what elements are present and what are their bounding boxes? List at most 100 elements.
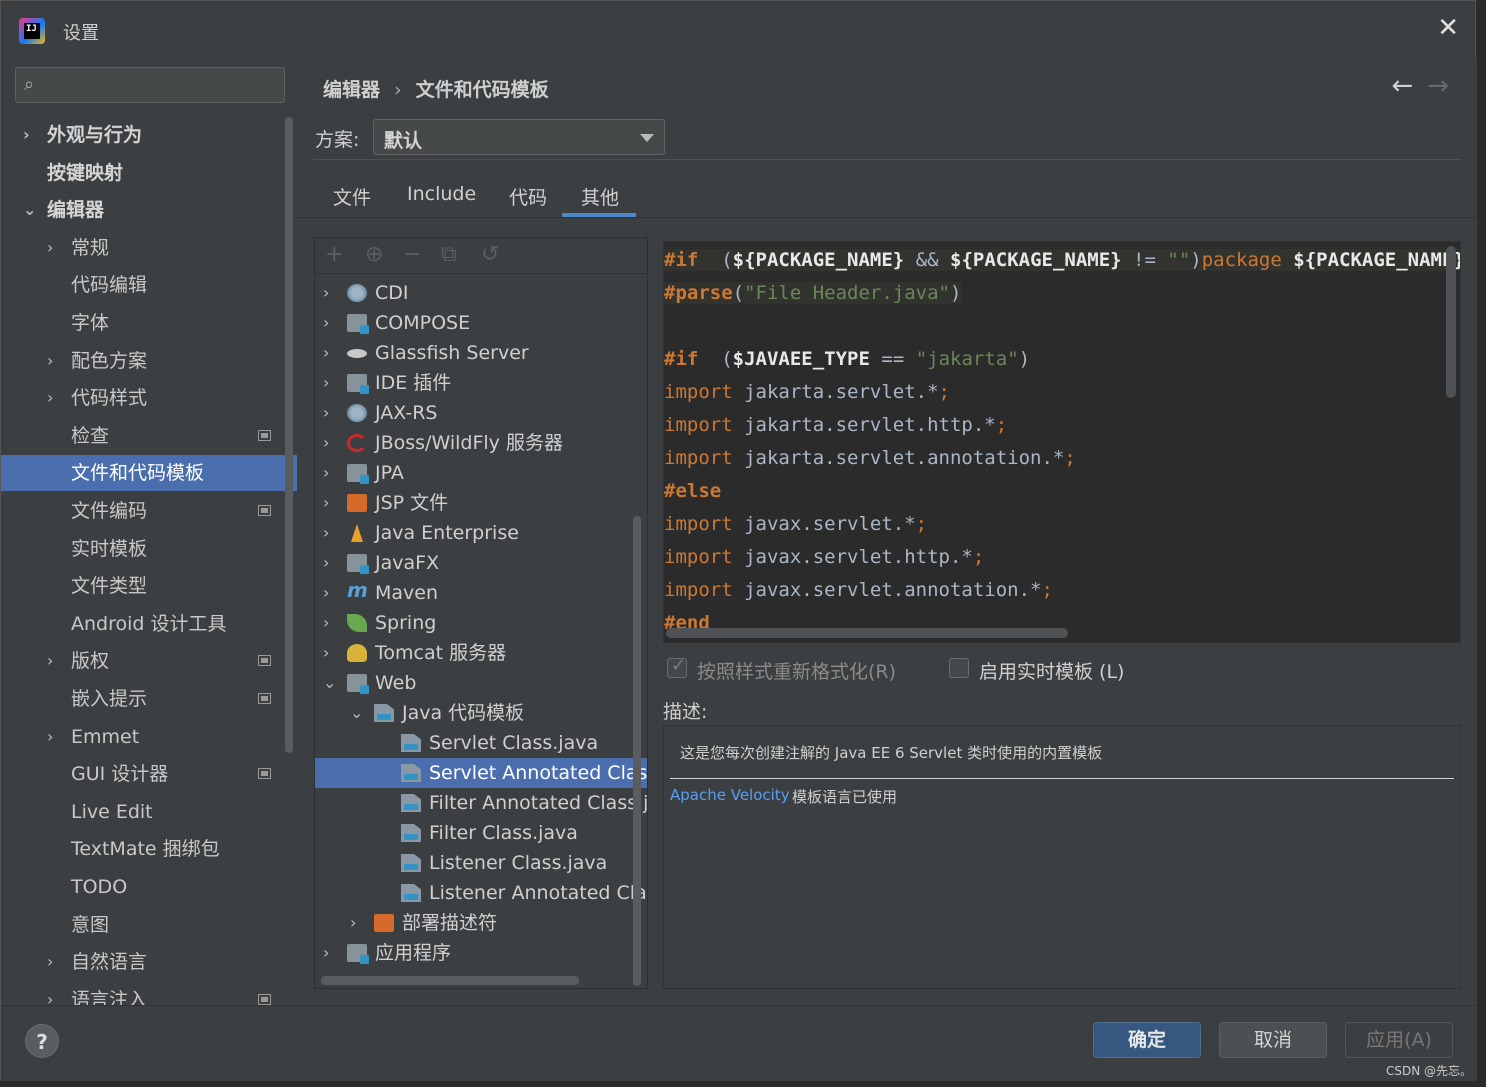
- tree-item[interactable]: › COMPOSE: [315, 308, 647, 338]
- tree-item[interactable]: ⌄ Java 代码模板: [315, 698, 647, 728]
- tab-other[interactable]: 其他: [581, 183, 619, 210]
- tree-horizontal-scrollbar[interactable]: [321, 976, 579, 985]
- tree-item[interactable]: › Spring: [315, 608, 647, 638]
- sidebar-item[interactable]: › 代码样式: [1, 380, 297, 416]
- tab-code[interactable]: 代码: [509, 183, 547, 210]
- chevron-right-icon[interactable]: ›: [47, 343, 53, 379]
- sidebar-item[interactable]: › 版权: [1, 643, 297, 679]
- tree-item[interactable]: ⌄ Web: [315, 668, 647, 698]
- chevron-right-icon[interactable]: ›: [323, 608, 329, 638]
- web-icon: [347, 674, 369, 694]
- sidebar-item[interactable]: ⌄ 编辑器: [1, 192, 297, 228]
- close-icon[interactable]: ✕: [1437, 15, 1459, 41]
- tree-item[interactable]: › JavaFX: [315, 548, 647, 578]
- chevron-right-icon[interactable]: ›: [323, 338, 329, 368]
- tree-item[interactable]: Filter Annotated Class.java: [315, 788, 647, 818]
- sidebar-item[interactable]: 代码编辑: [1, 267, 297, 303]
- chevron-right-icon[interactable]: ›: [47, 982, 53, 1005]
- tree-item[interactable]: › Java Enterprise: [315, 518, 647, 548]
- copy-template-icon[interactable]: ⧉: [441, 242, 457, 267]
- apply-button[interactable]: 应用(A): [1345, 1022, 1453, 1058]
- editor-vertical-scrollbar[interactable]: [1446, 246, 1456, 398]
- tree-item[interactable]: › 部署描述符: [315, 908, 647, 938]
- reset-template-icon[interactable]: ↺: [481, 242, 499, 267]
- chevron-right-icon[interactable]: ›: [47, 230, 53, 266]
- sidebar-item[interactable]: 文件编码: [1, 493, 297, 529]
- sidebar-item[interactable]: Android 设计工具: [1, 606, 297, 642]
- chevron-right-icon[interactable]: ›: [47, 380, 53, 416]
- sidebar-item[interactable]: TextMate 捆绑包: [1, 831, 297, 867]
- chevron-right-icon[interactable]: ›: [350, 908, 356, 938]
- add-child-template-icon[interactable]: ⊕: [365, 242, 383, 267]
- tree-item[interactable]: Listener Class.java: [315, 848, 647, 878]
- tree-item[interactable]: › Glassfish Server: [315, 338, 647, 368]
- tree-item[interactable]: › CDI: [315, 278, 647, 308]
- settings-search-input[interactable]: ⌕: [15, 67, 285, 103]
- tree-item[interactable]: › 应用程序: [315, 938, 647, 968]
- sidebar-item[interactable]: 意图: [1, 907, 297, 943]
- sidebar-item[interactable]: TODO: [1, 869, 297, 905]
- forward-arrow-icon[interactable]: →: [1427, 71, 1449, 101]
- sidebar-item[interactable]: 嵌入提示: [1, 681, 297, 717]
- remove-template-icon[interactable]: −: [403, 242, 421, 267]
- chevron-right-icon[interactable]: ›: [323, 428, 329, 458]
- sidebar-item[interactable]: 字体: [1, 305, 297, 341]
- chevron-right-icon[interactable]: ›: [323, 368, 329, 398]
- tab-include[interactable]: Include: [407, 183, 476, 205]
- back-arrow-icon[interactable]: ←: [1391, 71, 1413, 101]
- scheme-dropdown[interactable]: 默认: [373, 119, 665, 155]
- tree-item[interactable]: › Tomcat 服务器: [315, 638, 647, 668]
- sidebar-item[interactable]: GUI 设计器: [1, 756, 297, 792]
- chevron-right-icon[interactable]: ›: [323, 278, 329, 308]
- sidebar-item[interactable]: › 自然语言: [1, 944, 297, 980]
- chevron-down-icon[interactable]: ⌄: [350, 698, 363, 728]
- chevron-right-icon[interactable]: ›: [323, 938, 329, 968]
- chevron-right-icon[interactable]: ›: [47, 944, 53, 980]
- sidebar-item[interactable]: Live Edit: [1, 794, 297, 830]
- help-button[interactable]: ?: [25, 1024, 59, 1058]
- add-template-icon[interactable]: +: [325, 242, 343, 267]
- chevron-right-icon[interactable]: ›: [323, 578, 329, 608]
- tree-item[interactable]: › m Maven: [315, 578, 647, 608]
- tree-item[interactable]: Listener Annotated Class.java: [315, 878, 647, 908]
- ok-button[interactable]: 确定: [1093, 1022, 1201, 1058]
- sidebar-scrollbar[interactable]: [285, 117, 293, 753]
- editor-horizontal-scrollbar[interactable]: [666, 628, 1068, 638]
- sidebar-item[interactable]: 检查: [1, 418, 297, 454]
- chevron-right-icon[interactable]: ›: [47, 643, 53, 679]
- tree-vertical-scrollbar[interactable]: [633, 516, 641, 986]
- tree-item[interactable]: › JPA: [315, 458, 647, 488]
- tree-item[interactable]: Servlet Annotated Class.java: [315, 758, 647, 788]
- apache-velocity-link[interactable]: Apache Velocity: [670, 786, 790, 804]
- tree-item[interactable]: › IDE 插件: [315, 368, 647, 398]
- chevron-down-icon[interactable]: ⌄: [23, 192, 36, 228]
- tree-item[interactable]: Filter Class.java: [315, 818, 647, 848]
- breadcrumb-parent[interactable]: 编辑器: [323, 79, 380, 101]
- chevron-right-icon[interactable]: ›: [323, 638, 329, 668]
- template-code-editor[interactable]: #if (${PACKAGE_NAME} && ${PACKAGE_NAME} …: [663, 241, 1461, 643]
- tree-item[interactable]: Servlet Class.java: [315, 728, 647, 758]
- tab-files[interactable]: 文件: [333, 183, 371, 210]
- chevron-right-icon[interactable]: ›: [47, 719, 53, 755]
- chevron-down-icon[interactable]: ⌄: [323, 668, 336, 698]
- sidebar-item[interactable]: 按键映射: [1, 155, 297, 191]
- sidebar-item[interactable]: › Emmet: [1, 719, 297, 755]
- chevron-right-icon[interactable]: ›: [323, 518, 329, 548]
- tree-item[interactable]: › JSP 文件: [315, 488, 647, 518]
- sidebar-item[interactable]: › 外观与行为: [1, 117, 297, 153]
- sidebar-item[interactable]: › 配色方案: [1, 343, 297, 379]
- tree-item[interactable]: › JAX-RS: [315, 398, 647, 428]
- chevron-right-icon[interactable]: ›: [323, 308, 329, 338]
- sidebar-item[interactable]: › 语言注入: [1, 982, 297, 1005]
- sidebar-item[interactable]: 文件类型: [1, 568, 297, 604]
- sidebar-item[interactable]: 文件和代码模板: [1, 455, 297, 492]
- chevron-right-icon[interactable]: ›: [323, 488, 329, 518]
- sidebar-item[interactable]: › 常规: [1, 230, 297, 266]
- chevron-right-icon[interactable]: ›: [23, 117, 30, 153]
- chevron-right-icon[interactable]: ›: [323, 398, 329, 428]
- sidebar-item[interactable]: 实时模板: [1, 531, 297, 567]
- chevron-right-icon[interactable]: ›: [323, 548, 329, 578]
- tree-item[interactable]: › JBoss/WildFly 服务器: [315, 428, 647, 458]
- cancel-button[interactable]: 取消: [1219, 1022, 1327, 1058]
- chevron-right-icon[interactable]: ›: [323, 458, 329, 488]
